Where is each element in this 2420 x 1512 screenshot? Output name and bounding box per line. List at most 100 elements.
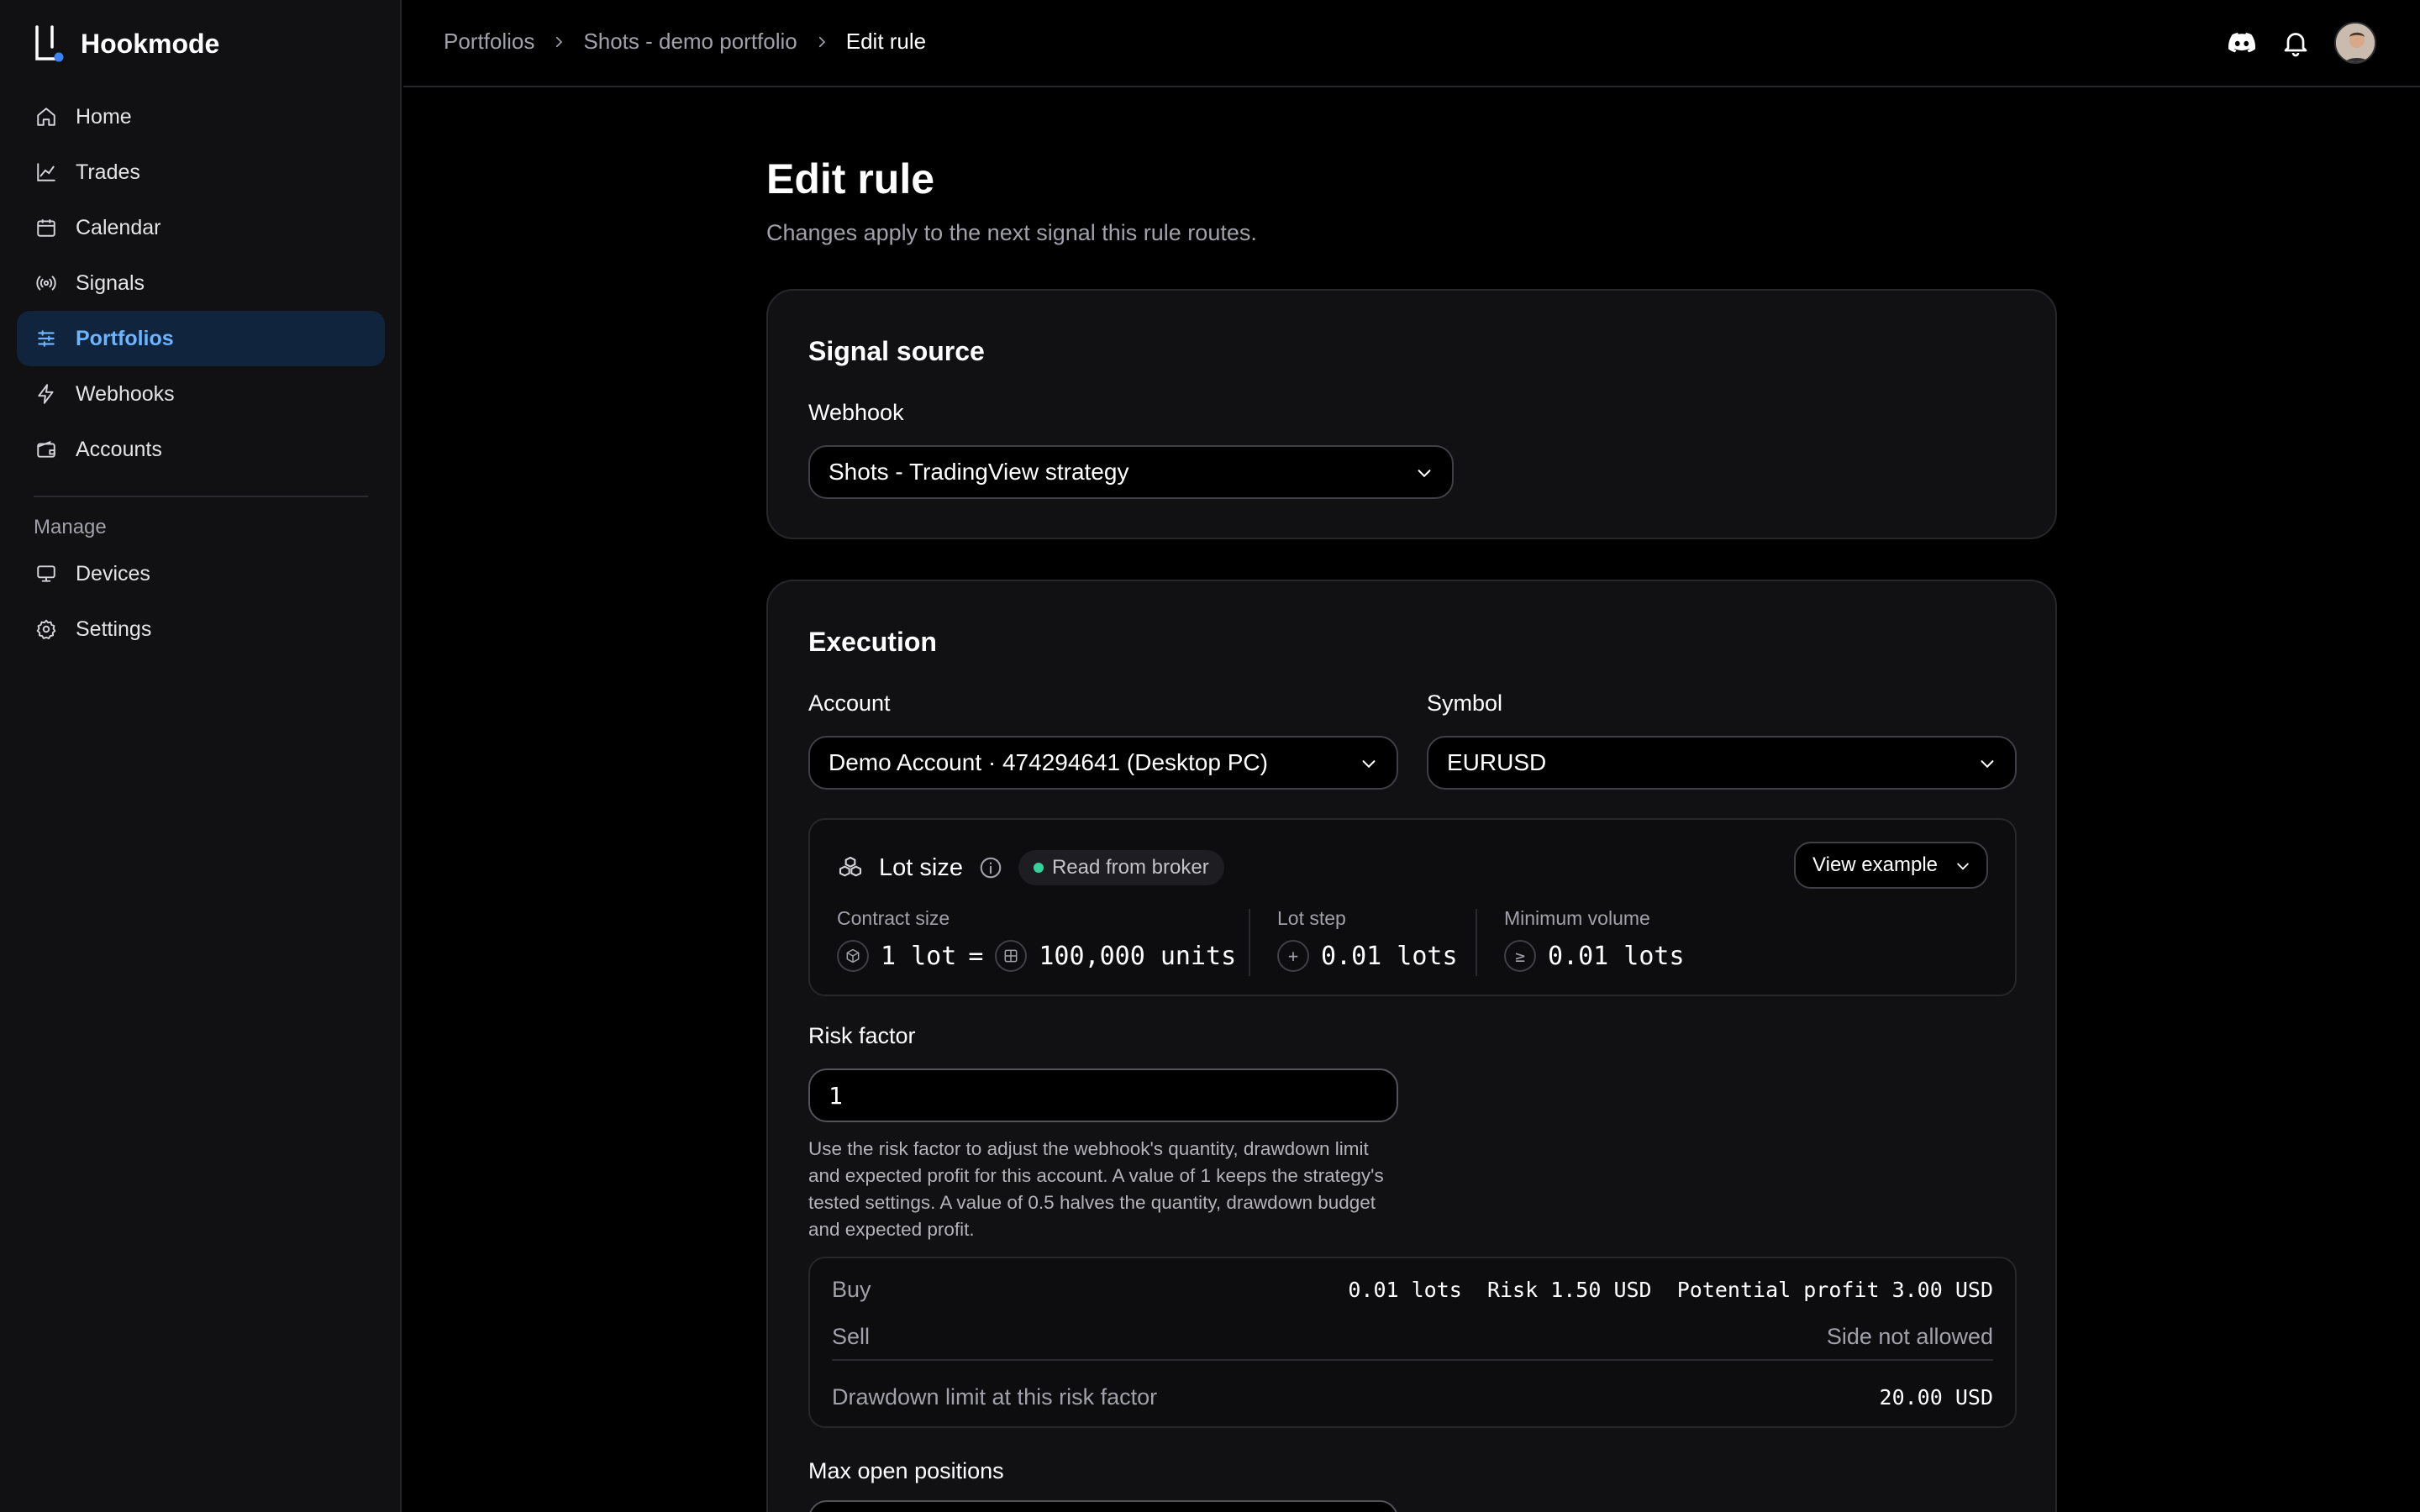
signal-source-card: Signal source Webhook Shots - TradingVie… bbox=[766, 289, 2057, 539]
sidebar-item-label: Portfolios bbox=[76, 326, 174, 350]
chart-line-icon bbox=[37, 163, 55, 181]
greater-equal-icon: ≥ bbox=[1504, 940, 1536, 972]
calendar-icon bbox=[37, 219, 55, 237]
bolt-icon bbox=[38, 384, 54, 404]
brand-name: Hookmode bbox=[81, 28, 220, 59]
bell-icon[interactable] bbox=[2281, 28, 2311, 58]
manage-nav: Devices Settings bbox=[17, 546, 385, 657]
account-select[interactable]: Demo Account · 474294641 (Desktop PC) bbox=[808, 736, 1398, 790]
summary-row-sell: Sell Side not allowed bbox=[832, 1324, 1993, 1350]
lot-step-value-row: + 0.01 lots bbox=[1277, 940, 1458, 972]
sidebar-item-calendar[interactable]: Calendar bbox=[17, 200, 385, 255]
cubes-icon bbox=[839, 856, 862, 877]
risk-factor-help: Use the risk factor to adjust the webhoo… bbox=[808, 1138, 1384, 1240]
sidebar-item-webhooks[interactable]: Webhooks bbox=[17, 366, 385, 422]
account-label: Account bbox=[808, 690, 891, 716]
metric-divider bbox=[1249, 909, 1250, 976]
sliders-icon bbox=[38, 330, 55, 347]
gear-icon bbox=[36, 619, 56, 639]
symbol-select[interactable]: EURUSD bbox=[1427, 736, 2017, 790]
info-icon[interactable] bbox=[978, 855, 1003, 880]
breadcrumb-portfolio[interactable]: Shots - demo portfolio bbox=[583, 29, 797, 55]
risk-factor-label: Risk factor bbox=[808, 1023, 916, 1048]
drawdown-label: Drawdown limit at this risk factor bbox=[832, 1384, 1158, 1410]
chevron-down-icon bbox=[1418, 470, 1431, 478]
summary-row-drawdown: Drawdown limit at this risk factor 20.00… bbox=[832, 1384, 1993, 1410]
chevron-down-icon bbox=[1957, 863, 1969, 870]
topbar: Portfolios Shots - demo portfolio Edit r… bbox=[403, 0, 2420, 87]
min-volume-metric: Minimum volume ≥ 0.01 lots bbox=[1504, 907, 1685, 972]
contract-equals: = bbox=[968, 941, 984, 971]
grid-icon bbox=[995, 940, 1028, 972]
metric-divider bbox=[1476, 909, 1477, 976]
nav-divider bbox=[34, 496, 368, 497]
webhook-select[interactable]: Shots - TradingView strategy bbox=[808, 445, 1454, 499]
sidebar: Hookmode Home Trades Calendar Signals Po… bbox=[0, 0, 402, 1512]
sidebar-item-label: Webhooks bbox=[76, 381, 175, 406]
sidebar-item-home[interactable]: Home bbox=[17, 89, 385, 144]
signal-source-title: Signal source bbox=[808, 336, 985, 366]
contract-units: 100,000 units bbox=[1039, 941, 1237, 971]
lot-step-metric: Lot step + 0.01 lots bbox=[1277, 907, 1458, 972]
symbol-select-value: EURUSD bbox=[1447, 749, 1547, 775]
sidebar-item-label: Trades bbox=[76, 160, 140, 184]
drawdown-value: 20.00 USD bbox=[1879, 1385, 1993, 1410]
broker-status-text: Read from broker bbox=[1051, 856, 1209, 879]
plus-icon: + bbox=[1277, 940, 1309, 972]
contract-size-metric: Contract size 1 lot = 100,000 units bbox=[837, 907, 1236, 972]
sidebar-item-portfolios[interactable]: Portfolios bbox=[17, 311, 385, 366]
sidebar-item-devices[interactable]: Devices bbox=[17, 546, 385, 601]
chevron-down-icon bbox=[1362, 760, 1376, 769]
sidebar-item-signals[interactable]: Signals bbox=[17, 255, 385, 311]
chevron-right-icon bbox=[556, 36, 563, 47]
risk-factor-value: 1 bbox=[829, 1081, 843, 1110]
wallet-icon bbox=[37, 440, 55, 458]
sidebar-item-label: Signals bbox=[76, 270, 145, 295]
view-example-label: View example bbox=[1812, 853, 1938, 876]
nav-heading-manage: Manage bbox=[34, 516, 107, 538]
lot-size-panel: Lot size Read from broker View example C… bbox=[808, 818, 2017, 996]
execution-card: Execution Account Demo Account · 4742946… bbox=[766, 580, 2057, 1512]
sidebar-item-trades[interactable]: Trades bbox=[17, 144, 385, 200]
webhook-select-value: Shots - TradingView strategy bbox=[829, 459, 1129, 485]
contract-lot: 1 lot bbox=[881, 941, 957, 971]
broker-status-badge: Read from broker bbox=[1018, 850, 1224, 885]
symbol-label: Symbol bbox=[1427, 690, 1503, 716]
breadcrumb-current: Edit rule bbox=[845, 29, 927, 54]
main-nav: Home Trades Calendar Signals Portfolios … bbox=[17, 89, 385, 477]
sell-value: Side not allowed bbox=[1826, 1324, 1993, 1349]
hookmode-logo-icon bbox=[34, 25, 64, 62]
breadcrumb-portfolios[interactable]: Portfolios bbox=[444, 29, 534, 55]
summary-divider bbox=[832, 1359, 1993, 1361]
summary-row-buy: Buy 0.01 lots Risk 1.50 USD Potential pr… bbox=[832, 1277, 1993, 1303]
sidebar-item-label: Calendar bbox=[76, 215, 161, 239]
sidebar-item-settings[interactable]: Settings bbox=[17, 601, 385, 657]
min-volume-value: 0.01 lots bbox=[1548, 941, 1685, 971]
sidebar-item-accounts[interactable]: Accounts bbox=[17, 422, 385, 477]
avatar[interactable] bbox=[2334, 22, 2376, 64]
discord-icon[interactable] bbox=[2227, 28, 2257, 58]
page-subtitle: Changes apply to the next signal this ru… bbox=[766, 220, 1257, 245]
sell-label: Sell bbox=[832, 1324, 871, 1349]
max-positions-input[interactable] bbox=[808, 1500, 1398, 1512]
lot-step-value: 0.01 lots bbox=[1321, 941, 1458, 971]
contract-size-label: Contract size bbox=[837, 907, 950, 929]
chevron-down-icon bbox=[1981, 760, 1994, 769]
execution-title: Execution bbox=[808, 627, 937, 657]
broadcast-icon bbox=[36, 276, 56, 291]
status-dot bbox=[1033, 863, 1044, 873]
sidebar-item-label: Settings bbox=[76, 617, 152, 641]
view-example-button[interactable]: View example bbox=[1794, 842, 1988, 889]
min-volume-label: Minimum volume bbox=[1504, 907, 1650, 929]
buy-label: Buy bbox=[832, 1277, 871, 1302]
brand[interactable]: Hookmode bbox=[34, 25, 219, 62]
cube-icon bbox=[837, 940, 869, 972]
risk-factor-input[interactable]: 1 bbox=[808, 1068, 1398, 1122]
home-icon bbox=[37, 108, 55, 126]
page-title: Edit rule bbox=[766, 155, 935, 202]
lot-size-header: Lot size Read from broker bbox=[837, 850, 1224, 885]
buy-value: 0.01 lots Risk 1.50 USD Potential profit… bbox=[1348, 1278, 1993, 1302]
webhook-label: Webhook bbox=[808, 400, 904, 425]
contract-size-value: 1 lot = 100,000 units bbox=[837, 940, 1236, 972]
max-positions-label: Max open positions bbox=[808, 1458, 1004, 1483]
